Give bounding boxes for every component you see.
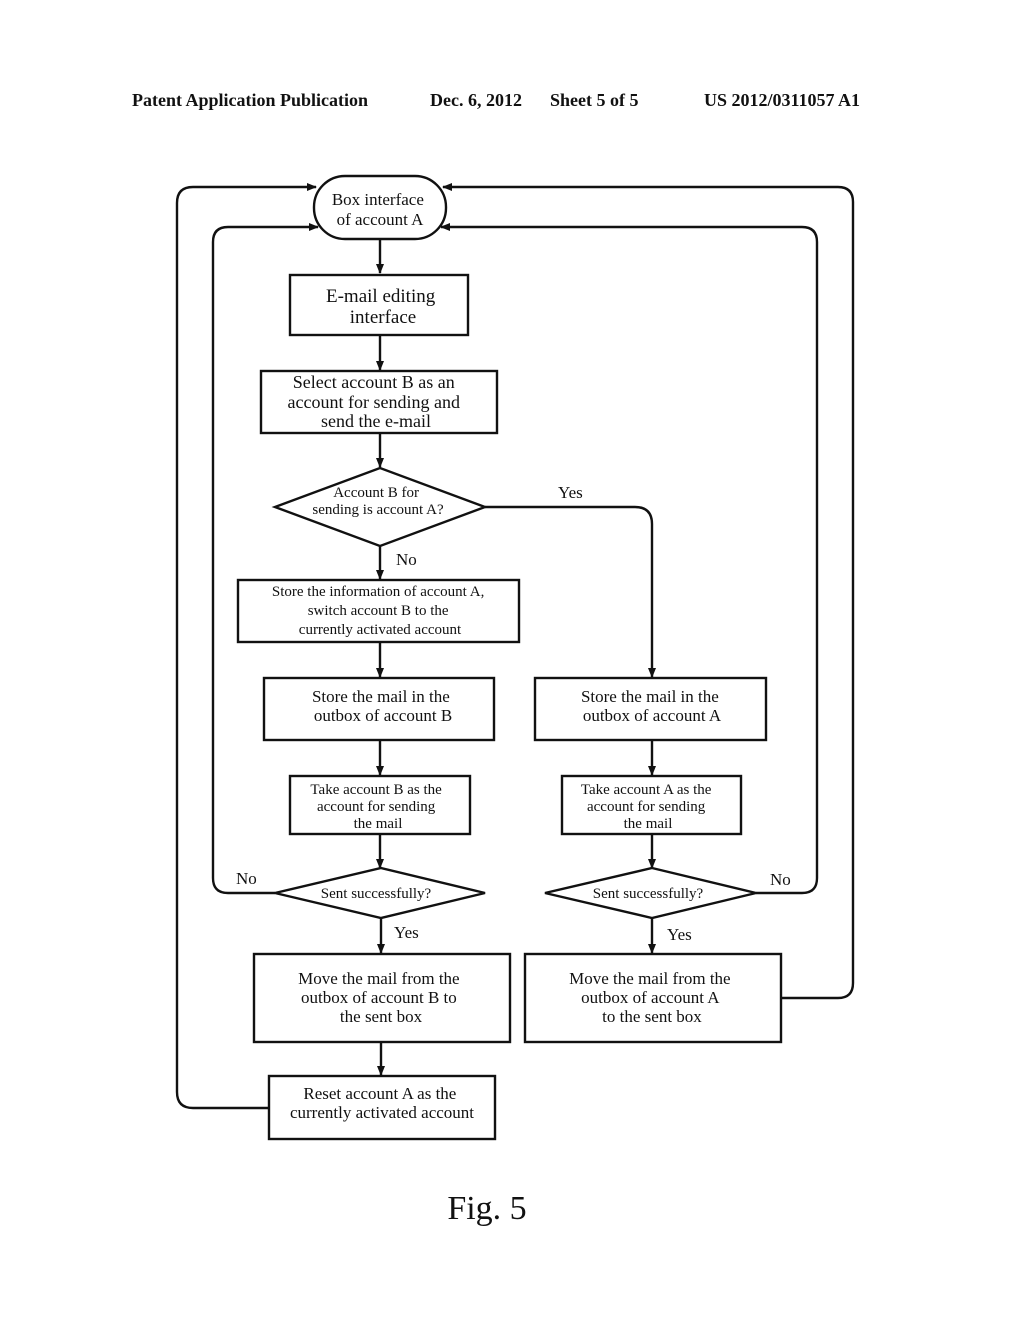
figure-caption: Fig. 5 xyxy=(447,1190,527,1227)
edge-label-no-is-a: No xyxy=(396,550,417,569)
edge-label-yes-sent-a: Yes xyxy=(667,925,692,944)
flowchart: Box interface of account A E-mail editin… xyxy=(175,174,855,1141)
edge-label-yes-is-a: Yes xyxy=(558,483,583,502)
node-outbox-a: Store the mail in the outbox of account … xyxy=(581,687,723,725)
edge-label-no-sent-a: No xyxy=(770,870,791,889)
node-sent-b: Sent successfully? xyxy=(321,886,432,902)
node-outbox-b: Store the mail in the outbox of account … xyxy=(312,687,454,725)
node-reset: Reset account A as the currently activat… xyxy=(290,1084,474,1122)
edge-label-yes-sent-b: Yes xyxy=(394,923,419,942)
node-box-interface: Box interface of account A xyxy=(332,190,428,229)
edge-label-no-sent-b: No xyxy=(236,869,257,888)
node-sent-a: Sent successfully? xyxy=(593,886,704,902)
